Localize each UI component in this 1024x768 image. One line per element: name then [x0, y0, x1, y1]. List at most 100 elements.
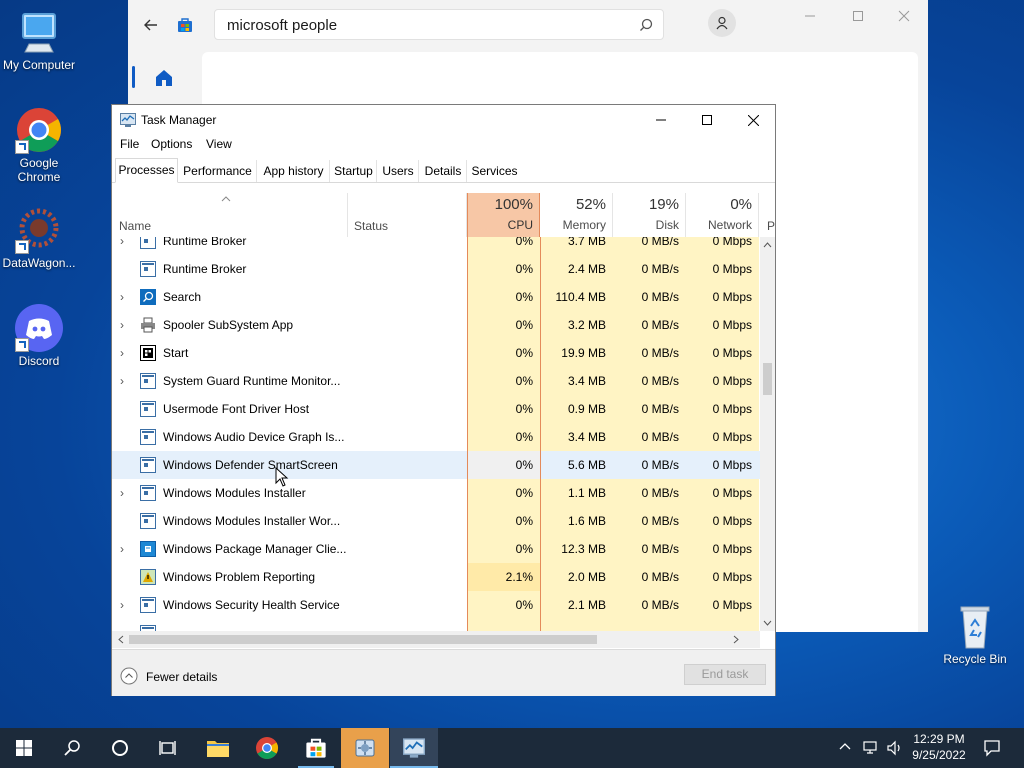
table-row[interactable]: › System Guard Runtime Monitor... 0% 3.4… — [112, 367, 760, 395]
store-search-input[interactable] — [225, 16, 629, 35]
end-task-button[interactable]: End task — [684, 664, 766, 685]
desktop-icon-google-chrome[interactable]: Google Chrome — [0, 106, 78, 184]
start-button[interactable] — [0, 728, 48, 768]
process-memory: 5.6 MB — [540, 451, 613, 479]
desktop-icon-label: My Computer — [2, 58, 76, 72]
nav-home-item[interactable] — [128, 62, 198, 98]
table-row[interactable]: Windows Audio Device Graph Is... 0% 3.4 … — [112, 423, 760, 451]
clock-time: 12:29 PM — [913, 732, 965, 746]
store-minimize-button[interactable] — [804, 10, 824, 24]
taskbar-app-highlighted[interactable] — [341, 728, 389, 768]
close-button[interactable] — [730, 105, 776, 135]
column-header-cpu[interactable]: 100% CPU — [467, 193, 540, 237]
table-row[interactable]: › Search 0% 110.4 MB 0 MB/s 0 Mbps — [112, 283, 760, 311]
menu-file[interactable]: File — [120, 137, 139, 151]
table-row-hovered[interactable]: Windows Defender SmartScreen 0% 5.6 MB 0… — [112, 451, 760, 479]
tab-users[interactable]: Users — [378, 160, 419, 182]
desktop-icon-discord[interactable]: Discord — [0, 304, 78, 368]
minimize-button[interactable] — [638, 105, 684, 135]
menu-options[interactable]: Options — [151, 137, 192, 151]
search-button[interactable] — [48, 728, 96, 768]
account-avatar[interactable] — [708, 9, 736, 37]
taskbar-chrome[interactable] — [243, 728, 291, 768]
volume-tray-icon[interactable] — [886, 740, 906, 756]
process-name: Windows Problem Reporting — [163, 570, 316, 584]
action-center-button[interactable] — [972, 728, 1012, 768]
table-row[interactable]: Runtime Broker 0% 2.4 MB 0 MB/s 0 Mbps — [112, 255, 760, 283]
table-row[interactable]: Windows Modules Installer Wor... 0% 1.6 … — [112, 507, 760, 535]
process-network: 0 Mbps — [686, 311, 759, 339]
menu-bar: File Options View — [112, 135, 775, 155]
table-row[interactable]: Windows Problem Reporting 2.1% 2.0 MB 0 … — [112, 563, 760, 591]
column-header-row: Name Status 100% CPU 52% Memory 19% Disk… — [112, 193, 775, 237]
horizontal-scrollbar[interactable] — [112, 631, 760, 648]
maximize-icon — [702, 115, 712, 125]
horizontal-scroll-thumb[interactable] — [129, 635, 597, 644]
title-bar[interactable]: Task Manager — [112, 105, 775, 135]
store-search-box[interactable] — [214, 9, 664, 40]
desktop-icon-my-computer[interactable]: My Computer — [0, 8, 78, 72]
table-row[interactable]: › Windows Security Health Service 0% 2.1… — [112, 591, 760, 619]
desktop-icon-recycle-bin[interactable]: Recycle Bin — [936, 602, 1014, 666]
tab-processes[interactable]: Processes — [115, 158, 178, 183]
vertical-scrollbar[interactable] — [760, 237, 775, 631]
tab-performance[interactable]: Performance — [179, 160, 257, 182]
table-row[interactable]: › Windows Package Manager Clie... 0% 12.… — [112, 535, 760, 563]
process-cpu-cell — [467, 619, 540, 631]
cortana-button[interactable] — [96, 728, 144, 768]
vertical-scroll-thumb[interactable] — [763, 363, 772, 395]
taskbar-microsoft-store[interactable] — [292, 728, 340, 768]
desktop-icon-datawagon[interactable]: DataWagon... — [0, 206, 78, 270]
search-icon[interactable] — [639, 18, 653, 32]
table-row[interactable]: › Start 0% 19.9 MB 0 MB/s 0 Mbps — [112, 339, 760, 367]
process-list: › Runtime Broker 0% 3.7 MB 0 MB/s 0 Mbps… — [112, 237, 760, 631]
process-network: 0 Mbps — [686, 535, 759, 563]
scroll-right-icon[interactable] — [730, 631, 742, 648]
process-disk: 0 MB/s — [613, 367, 686, 395]
cortana-circle-icon — [112, 740, 128, 756]
back-button[interactable] — [138, 12, 164, 38]
task-view-button[interactable] — [144, 728, 192, 768]
column-header-name[interactable]: Name — [112, 193, 348, 237]
process-cpu: 0% — [467, 255, 540, 283]
person-icon — [716, 16, 728, 30]
tray-overflow-button[interactable] — [838, 740, 854, 756]
store-close-button[interactable] — [898, 10, 918, 24]
tab-startup[interactable]: Startup — [331, 160, 377, 182]
process-name: Runtime Broker — [163, 262, 247, 276]
task-manager-icon — [120, 113, 136, 127]
column-header-network[interactable]: 0% Network — [686, 193, 759, 237]
tab-details[interactable]: Details — [420, 160, 467, 182]
clock[interactable]: 12:29 PM 9/25/2022 — [905, 731, 973, 765]
network-tray-icon[interactable] — [862, 740, 882, 756]
store-icon — [306, 738, 326, 758]
store-maximize-button[interactable] — [852, 10, 872, 24]
maximize-button[interactable] — [684, 105, 730, 135]
desktop-icon-label: DataWagon... — [2, 256, 76, 270]
column-label-status: Status — [354, 219, 389, 233]
process-memory: 19.9 MB — [540, 339, 613, 367]
column-header-status[interactable]: Status — [348, 193, 467, 237]
table-row[interactable]: › Runtime Broker 0% 3.7 MB 0 MB/s 0 Mbps — [112, 237, 760, 255]
windows-logo-icon — [16, 740, 32, 756]
column-header-disk[interactable]: 19% Disk — [613, 193, 686, 237]
home-icon — [156, 70, 172, 86]
taskbar-file-explorer[interactable] — [194, 728, 242, 768]
table-row[interactable]: Usermode Font Driver Host 0% 0.9 MB 0 MB… — [112, 395, 760, 423]
process-cpu: 0% — [467, 395, 540, 423]
table-row[interactable]: › Windows Modules Installer 0% 1.1 MB 0 … — [112, 479, 760, 507]
network-icon — [863, 741, 877, 754]
process-memory: 12.3 MB — [540, 535, 613, 563]
scroll-down-icon[interactable] — [760, 617, 775, 629]
column-header-memory[interactable]: 52% Memory — [540, 193, 613, 237]
tab-app-history[interactable]: App history — [258, 160, 330, 182]
table-row[interactable]: › Spooler SubSystem App 0% 3.2 MB 0 MB/s… — [112, 311, 760, 339]
process-memory: 3.2 MB — [540, 311, 613, 339]
column-header-power[interactable]: P — [759, 193, 775, 237]
tab-services[interactable]: Services — [468, 160, 521, 182]
process-cpu: 0% — [467, 237, 540, 255]
menu-view[interactable]: View — [206, 137, 232, 151]
scroll-left-icon[interactable] — [115, 631, 127, 648]
taskbar-task-manager[interactable] — [390, 728, 438, 768]
scroll-up-icon[interactable] — [760, 239, 775, 251]
